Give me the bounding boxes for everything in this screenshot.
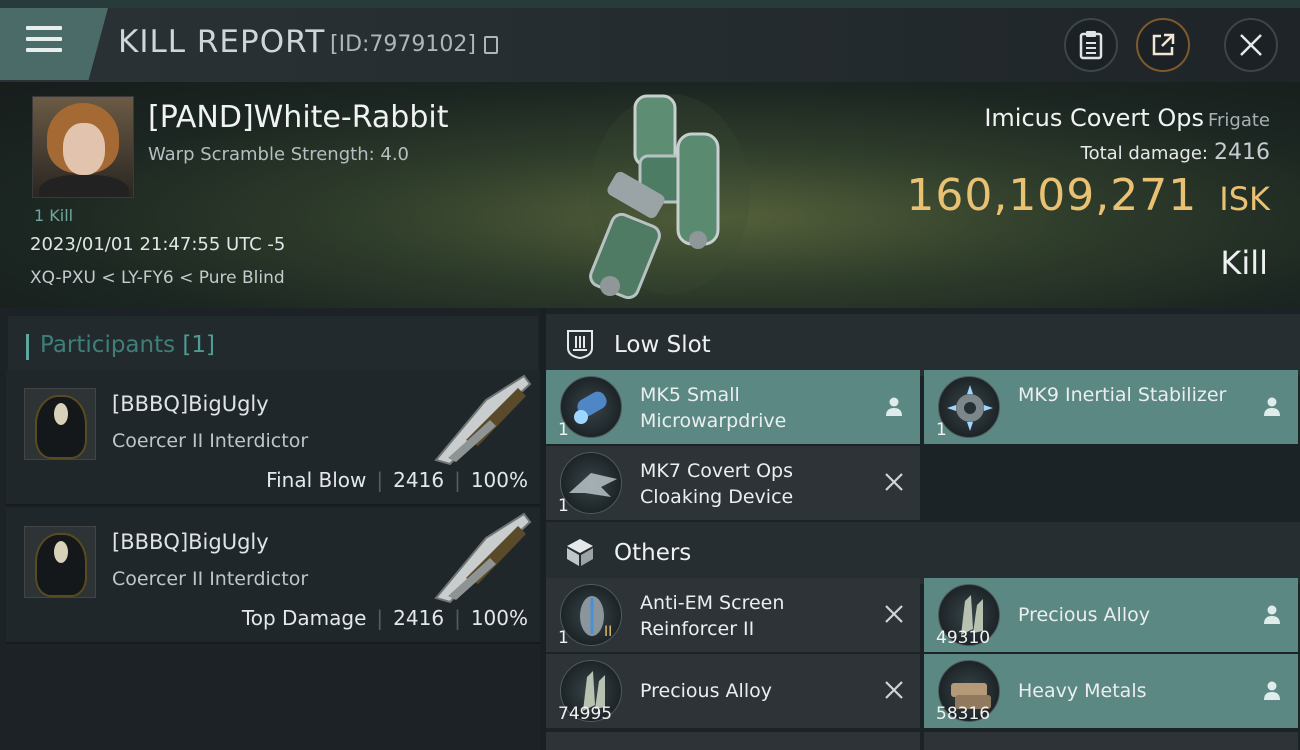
warp-scramble-strength: Warp Scramble Strength: 4.0 bbox=[148, 144, 410, 165]
participant-name[interactable]: [BBBQ]BigUgly bbox=[112, 530, 269, 554]
participant-ship: Coercer II Interdictor bbox=[112, 568, 309, 590]
item-heavy-metals[interactable]: 58316 Heavy Metals bbox=[924, 654, 1298, 728]
tech-level-badge: II bbox=[604, 624, 613, 640]
share-icon bbox=[1152, 33, 1175, 56]
item-partial[interactable] bbox=[924, 732, 1298, 750]
close-icon bbox=[1240, 34, 1262, 56]
low-slot-icon bbox=[567, 330, 593, 360]
participant-ship-image[interactable] bbox=[426, 508, 536, 604]
participant-row[interactable]: [BBBQ]BigUgly Coercer II Interdictor Fin… bbox=[6, 370, 540, 506]
total-damage: Total damage: 2416 bbox=[1080, 140, 1270, 165]
clipboard-icon bbox=[1079, 31, 1103, 60]
page-title: KILL REPORT bbox=[118, 24, 326, 60]
others-header: Others bbox=[546, 522, 1300, 584]
victim-portrait[interactable] bbox=[32, 96, 134, 198]
kill-result: Kill bbox=[1220, 244, 1268, 282]
item-anti-em-screen-reinforcer-ii[interactable]: 1 II Anti-EM Screen Reinforcer II bbox=[546, 578, 920, 652]
item-mk7-covert-ops-cloaking-device[interactable]: 1 MK7 Covert Ops Cloaking Device bbox=[546, 446, 920, 520]
fitting-panel: Low Slot 1 MK5 Small Microwarpdrive 1 MK… bbox=[546, 308, 1300, 750]
isk-unit: ISK bbox=[1219, 180, 1270, 218]
report-id: [ID:7979102] bbox=[330, 32, 476, 57]
x-icon bbox=[885, 681, 903, 699]
participant-name[interactable]: [BBBQ]BigUgly bbox=[112, 392, 269, 416]
cube-icon bbox=[567, 539, 593, 566]
inertial-stabilizer-icon bbox=[938, 376, 1000, 438]
screen-reinforcer-icon bbox=[560, 584, 622, 646]
victim-banner: [PAND]White-Rabbit Warp Scramble Strengt… bbox=[0, 82, 1300, 308]
kill-location: XQ-PXU < LY-FY6 < Pure Blind bbox=[30, 268, 285, 288]
participants-header: Participants [1] bbox=[8, 316, 538, 374]
ship-class: Frigate bbox=[1207, 110, 1270, 131]
person-icon bbox=[1264, 605, 1280, 624]
person-icon bbox=[886, 397, 902, 416]
menu-icon bbox=[26, 26, 62, 59]
isk-value-row: 160,109,271 ISK bbox=[906, 170, 1270, 221]
participant-stats: Final Blow | 2416 | 100% bbox=[266, 468, 528, 492]
victim-ship-image[interactable] bbox=[580, 86, 760, 302]
share-button[interactable] bbox=[1136, 18, 1190, 72]
victim-name[interactable]: [PAND]White-Rabbit bbox=[148, 100, 448, 135]
item-partial[interactable] bbox=[546, 732, 920, 750]
participant-avatar[interactable] bbox=[24, 388, 96, 460]
x-icon bbox=[885, 473, 903, 491]
participant-ship-image[interactable] bbox=[426, 370, 536, 466]
participants-panel: Participants [1] [BBBQ]BigUgly Coercer I… bbox=[0, 308, 540, 750]
victim-ship-name[interactable]: Imicus Covert Ops Frigate bbox=[984, 104, 1270, 132]
item-precious-alloy[interactable]: 49310 Precious Alloy bbox=[924, 578, 1298, 652]
item-precious-alloy[interactable]: 74995 Precious Alloy bbox=[546, 654, 920, 728]
low-slot-title: Low Slot bbox=[614, 332, 711, 358]
participant-ship: Coercer II Interdictor bbox=[112, 430, 309, 452]
menu-button[interactable] bbox=[0, 8, 108, 80]
participant-stats: Top Damage | 2416 | 100% bbox=[241, 606, 528, 630]
kill-datetime: 2023/01/01 21:47:55 UTC -5 bbox=[30, 234, 286, 255]
others-title: Others bbox=[614, 540, 692, 566]
participant-row[interactable]: [BBBQ]BigUgly Coercer II Interdictor Top… bbox=[6, 508, 540, 644]
close-button[interactable] bbox=[1224, 18, 1278, 72]
isk-value: 160,109,271 bbox=[906, 170, 1198, 221]
cloaking-device-icon bbox=[560, 452, 622, 514]
kill-count: 1 Kill bbox=[34, 206, 74, 225]
low-slot-header: Low Slot bbox=[546, 314, 1300, 376]
clipboard-button[interactable] bbox=[1064, 18, 1118, 72]
person-icon bbox=[1264, 681, 1280, 700]
microwarpdrive-icon bbox=[560, 376, 622, 438]
participant-avatar[interactable] bbox=[24, 526, 96, 598]
item-mk9-inertial-stabilizer[interactable]: 1 MK9 Inertial Stabilizer bbox=[924, 370, 1298, 444]
copy-icon[interactable] bbox=[484, 36, 498, 54]
top-bar: KILL REPORT [ID:7979102] bbox=[0, 0, 1300, 82]
x-icon bbox=[885, 605, 903, 623]
person-icon bbox=[1264, 397, 1280, 416]
item-mk5-small-microwarpdrive[interactable]: 1 MK5 Small Microwarpdrive bbox=[546, 370, 920, 444]
